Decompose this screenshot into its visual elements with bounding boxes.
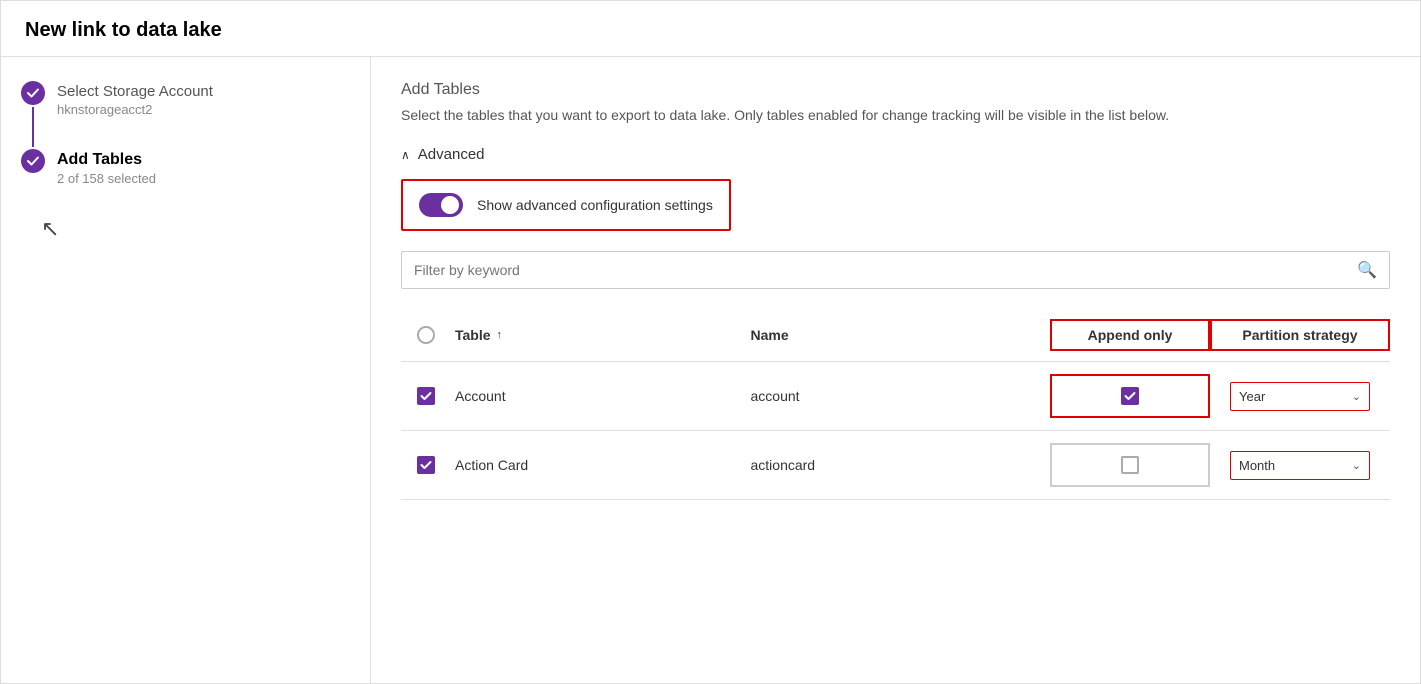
advanced-header[interactable]: ∧ Advanced [401,146,1390,163]
right-panel: Add Tables Select the tables that you wa… [371,57,1420,683]
row-partition-actioncard: Month ⌄ [1210,451,1390,480]
step-circle-1 [21,81,45,105]
header-name: Name [751,327,1051,343]
step-label-1: Select Storage Account [57,83,213,100]
row-name-account: account [751,388,1051,404]
select-all-radio[interactable] [417,326,435,344]
table-header-row: Table ↑ Name Append only Partition strat… [401,309,1390,362]
table-row: Action Card actioncard Month ⌄ [401,431,1390,500]
row-checkbox-actioncard[interactable] [401,456,451,474]
toggle-slider [419,193,463,217]
section-description: Select the tables that you want to expor… [401,105,1301,126]
header-table[interactable]: Table ↑ [451,327,751,343]
sidebar: Select Storage Account hknstorageacct2 A… [1,57,371,683]
search-bar: 🔍 [401,251,1390,289]
row-table-name-actioncard: Action Card [455,457,528,473]
row-name-actioncard: actioncard [751,457,1051,473]
checkmark-icon-2 [26,154,40,168]
page-title: New link to data lake [1,1,1420,57]
header-table-label: Table [455,327,491,343]
toggle-label: Show advanced configuration settings [477,197,713,213]
checkmark-icon-1 [26,86,40,100]
advanced-settings-toggle[interactable] [419,193,463,217]
chevron-up-icon: ∧ [401,148,410,162]
append-unchecked-icon-actioncard[interactable] [1121,456,1139,474]
row-partition-account: Year ⌄ [1210,382,1390,411]
step-connector-1 [21,81,45,149]
row-append-actioncard[interactable] [1050,443,1210,487]
checkmark-account [420,390,432,402]
search-input[interactable] [414,262,1357,278]
dropdown-arrow-account: ⌄ [1352,390,1361,403]
cursor-area: ↖ [21,186,350,266]
header-select-all[interactable] [401,326,451,344]
cursor-icon: ↖ [41,216,59,242]
header-append-only: Append only [1050,319,1210,351]
table-container: Table ↑ Name Append only Partition strat… [401,309,1390,500]
partition-value-actioncard: Month [1239,458,1275,473]
section-title: Add Tables [401,81,1390,99]
step-connector-2 [21,149,45,173]
checked-icon-account[interactable] [417,387,435,405]
advanced-label: Advanced [418,146,485,163]
search-icon: 🔍 [1357,260,1377,280]
step-circle-2 [21,149,45,173]
toggle-row: Show advanced configuration settings [401,179,731,231]
checked-icon-actioncard[interactable] [417,456,435,474]
step-label-2: Add Tables [57,151,156,169]
step-sublabel-1: hknstorageacct2 [57,102,213,117]
step-line-1 [32,107,34,147]
checkmark-append-account [1124,390,1136,402]
sort-arrow-icon: ↑ [497,329,503,341]
row-table-actioncard: Action Card [451,457,751,473]
row-table-account: Account [451,388,751,404]
checkmark-actioncard [420,459,432,471]
row-table-name-account: Account [455,388,506,404]
step-add-tables: Add Tables 2 of 158 selected [21,149,350,186]
table-row: Account account Year ⌄ [401,362,1390,431]
page-container: New link to data lake Select Storage Acc… [0,0,1421,684]
partition-dropdown-actioncard[interactable]: Month ⌄ [1230,451,1370,480]
partition-value-account: Year [1239,389,1265,404]
dropdown-arrow-actioncard: ⌄ [1352,459,1361,472]
row-append-account[interactable] [1050,374,1210,418]
step-select-storage: Select Storage Account hknstorageacct2 [21,81,350,149]
step-sublabel-2: 2 of 158 selected [57,171,156,186]
header-partition-strategy: Partition strategy [1210,319,1390,351]
main-content: Select Storage Account hknstorageacct2 A… [1,57,1420,683]
partition-dropdown-account[interactable]: Year ⌄ [1230,382,1370,411]
row-checkbox-account[interactable] [401,387,451,405]
append-checked-icon-account[interactable] [1121,387,1139,405]
step-text-1: Select Storage Account hknstorageacct2 [57,81,213,117]
step-text-2: Add Tables 2 of 158 selected [57,149,156,186]
